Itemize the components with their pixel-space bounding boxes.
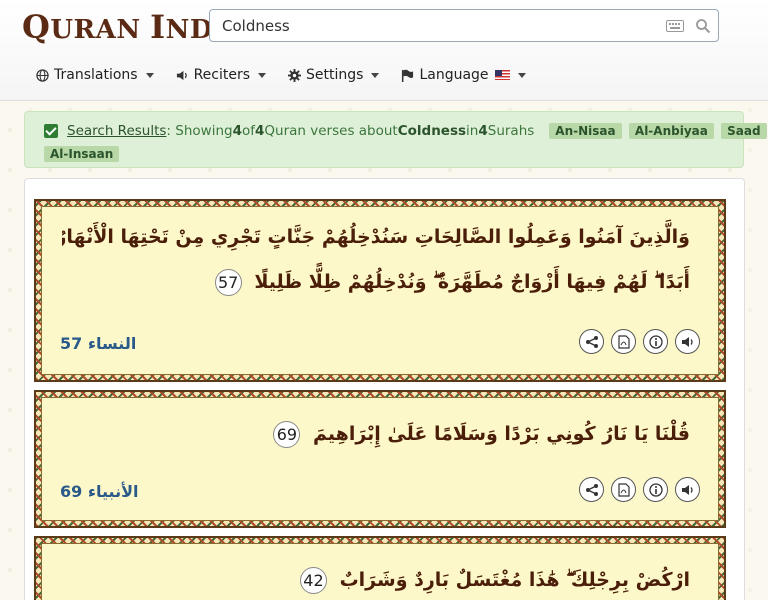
surah-reference[interactable]: النساء 57 xyxy=(60,334,136,353)
checkbox-checked-icon xyxy=(44,124,58,138)
shown-count: 4 xyxy=(232,123,242,139)
nav-reciters[interactable]: Reciters xyxy=(176,66,267,84)
us-flag-icon xyxy=(494,70,510,80)
verse-actions xyxy=(572,329,700,354)
search-icon[interactable] xyxy=(695,18,711,34)
verse-number: 69 xyxy=(273,421,301,448)
verse-line-text: أَبَدًا ۖ لَهُمْ فِيهَا أَزْوَاجٌ مُطَهَ… xyxy=(254,271,690,293)
alert-text: : Showing xyxy=(166,123,233,139)
pdf-button[interactable] xyxy=(611,329,636,354)
chevron-down-icon xyxy=(371,72,380,78)
verse-line: أَبَدًا ۖ لَهُمْ فِيهَا أَزْوَاجٌ مُطَهَ… xyxy=(62,260,690,305)
share-button[interactable] xyxy=(579,329,604,354)
nav-label: Language xyxy=(419,67,489,83)
speaker-icon xyxy=(176,70,187,80)
share-button[interactable] xyxy=(579,477,604,502)
site-header: QURAN INDEX Translations R xyxy=(0,0,768,101)
verse-card: ارْكُضْ بِرِجْلِكَ ۖ هَٰذَا مُغْتَسَلٌ ب… xyxy=(34,536,726,600)
search-results-alert: Search Results: Showing 4 of 4 Quran ver… xyxy=(24,111,767,168)
verse-text: وَالَّذِينَ آمَنُوا وَعَمِلُوا الصَّالِح… xyxy=(62,215,690,305)
speaker-icon xyxy=(681,336,693,347)
pdf-button[interactable] xyxy=(611,477,636,502)
verse-line: ارْكُضْ بِرِجْلِكَ ۖ هَٰذَا مُغْتَسَلٌ ب… xyxy=(62,558,690,600)
pdf-file-icon xyxy=(617,334,630,349)
play-audio-button[interactable] xyxy=(675,477,700,502)
verse-card: قُلْنَا يَا نَارُ كُونِي بَرْدًا وَسَلَا… xyxy=(34,390,726,528)
nav-settings[interactable]: Settings xyxy=(288,66,380,84)
nav-label: Reciters xyxy=(193,67,251,83)
flag-icon xyxy=(402,69,414,82)
globe-icon xyxy=(36,68,49,82)
main-nav: Translations Reciters Settings Language xyxy=(36,66,548,84)
share-icon xyxy=(585,483,598,496)
verse-number: 57 xyxy=(214,269,242,296)
verse-text: ارْكُضْ بِرِجْلِكَ ۖ هَٰذَا مُغْتَسَلٌ ب… xyxy=(62,558,690,600)
verse-line-text: قُلْنَا يَا نَارُ كُونِي بَرْدًا وَسَلَا… xyxy=(313,423,690,445)
play-audio-button[interactable] xyxy=(675,329,700,354)
alert-text: in xyxy=(466,123,479,139)
search-input[interactable] xyxy=(222,15,652,37)
nav-label: Settings xyxy=(306,67,364,83)
search-term: Coldness xyxy=(397,123,467,139)
speaker-icon xyxy=(681,484,693,495)
share-icon xyxy=(585,335,598,348)
info-icon xyxy=(648,482,663,497)
surah-tag-al-anbiyaa[interactable]: Al-Anbiyaa xyxy=(628,123,714,139)
surah-reference[interactable]: الأنبياء 69 xyxy=(60,482,139,501)
surah-tag-an-nisaa[interactable]: An-Nisaa xyxy=(549,123,622,139)
verse-line: قُلْنَا يَا نَارُ كُونِي بَرْدًا وَسَلَا… xyxy=(62,412,690,457)
verse-actions xyxy=(572,477,700,502)
info-icon xyxy=(648,334,663,349)
alert-text: of xyxy=(241,123,255,139)
search-box xyxy=(209,9,719,42)
chevron-down-icon xyxy=(258,72,267,78)
nav-language[interactable]: Language xyxy=(401,66,526,84)
alert-text: Surahs xyxy=(487,123,535,139)
verse-number: 42 xyxy=(299,567,327,594)
pdf-file-icon xyxy=(617,482,630,497)
verse-line-text: ارْكُضْ بِرِجْلِكَ ۖ هَٰذَا مُغْتَسَلٌ ب… xyxy=(339,569,690,591)
chevron-down-icon xyxy=(517,72,526,78)
search-results-link[interactable]: Search Results xyxy=(67,123,166,139)
surah-tag-al-insaan[interactable]: Al-Insaan xyxy=(44,146,120,162)
total-count: 4 xyxy=(255,123,265,139)
verse-line: وَالَّذِينَ آمَنُوا وَعَمِلُوا الصَّالِح… xyxy=(62,226,690,248)
info-button[interactable] xyxy=(643,477,668,502)
nav-label: Translations xyxy=(54,67,138,83)
info-button[interactable] xyxy=(643,329,668,354)
surah-tag-saad[interactable]: Saad xyxy=(721,123,767,139)
chevron-down-icon xyxy=(145,72,154,78)
alert-text: Quran verses about xyxy=(264,123,398,139)
keyboard-icon[interactable] xyxy=(666,20,684,32)
nav-translations[interactable]: Translations xyxy=(36,66,154,84)
results-container: وَالَّذِينَ آمَنُوا وَعَمِلُوا الصَّالِح… xyxy=(24,178,745,600)
verse-card: وَالَّذِينَ آمَنُوا وَعَمِلُوا الصَّالِح… xyxy=(34,199,726,382)
surah-count: 4 xyxy=(478,123,488,139)
gear-icon xyxy=(288,68,302,82)
verse-text: قُلْنَا يَا نَارُ كُونِي بَرْدًا وَسَلَا… xyxy=(62,412,690,457)
